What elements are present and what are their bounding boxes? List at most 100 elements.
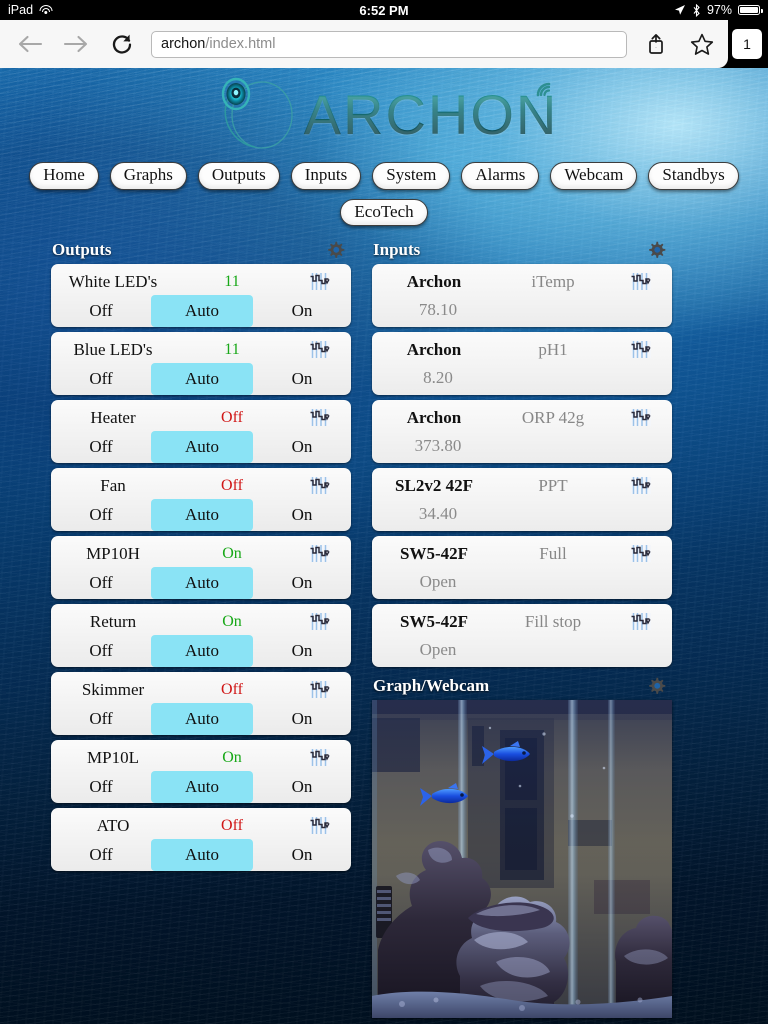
output-on-button[interactable]: On xyxy=(253,839,351,871)
input-sensor-type: iTemp xyxy=(531,271,575,291)
graph-icon[interactable] xyxy=(310,749,330,767)
output-card: MP10H On Off Auto On xyxy=(51,536,351,600)
nav-item-standbys[interactable]: Standbys xyxy=(648,162,739,190)
webcam-feed-image[interactable] xyxy=(372,700,672,1019)
graph-icon[interactable] xyxy=(310,681,330,699)
graph-icon[interactable] xyxy=(310,613,330,631)
output-state: Off xyxy=(221,476,243,494)
graph-icon[interactable] xyxy=(631,545,651,563)
graph-icon[interactable] xyxy=(631,341,651,359)
output-on-button[interactable]: On xyxy=(253,567,351,599)
nav-item-webcam[interactable]: Webcam xyxy=(550,162,638,190)
share-button[interactable] xyxy=(636,24,676,64)
input-graph-button[interactable] xyxy=(618,545,664,563)
output-graph-button[interactable] xyxy=(297,545,343,563)
output-card-header: Fan Off xyxy=(51,472,351,499)
input-value: 34.40 xyxy=(418,504,458,524)
reload-button[interactable] xyxy=(102,24,142,64)
output-graph-button[interactable] xyxy=(297,409,343,427)
input-device-name: Archon xyxy=(406,339,462,359)
graph-icon[interactable] xyxy=(310,817,330,835)
logo-wordmark: ARCHON xyxy=(304,82,559,143)
output-auto-button[interactable]: Auto xyxy=(151,703,253,736)
input-graph-button[interactable] xyxy=(618,613,664,631)
wireless-signal-icon xyxy=(537,82,551,97)
gear-icon[interactable] xyxy=(647,241,666,260)
site-logo: ARCHON xyxy=(0,68,768,154)
input-value: 373.80 xyxy=(414,436,462,456)
output-auto-button[interactable]: Auto xyxy=(151,635,253,668)
output-name: Return xyxy=(89,611,137,631)
output-auto-button[interactable]: Auto xyxy=(151,839,253,872)
output-off-button[interactable]: Off xyxy=(51,431,151,463)
graph-webcam-section: Graph/Webcam xyxy=(372,676,672,1019)
output-off-button[interactable]: Off xyxy=(51,363,151,395)
output-off-button[interactable]: Off xyxy=(51,635,151,667)
output-off-button[interactable]: Off xyxy=(51,771,151,803)
outputs-column: Outputs White LED's 11 Off Auto On Blue LED's… xyxy=(51,240,351,1018)
address-bar[interactable]: archon/index.html xyxy=(151,30,627,58)
output-on-button[interactable]: On xyxy=(253,499,351,531)
ios-status-bar: iPad 6:52 PM 97% xyxy=(0,0,768,20)
output-graph-button[interactable] xyxy=(297,681,343,699)
output-on-button[interactable]: On xyxy=(253,295,351,327)
output-graph-button[interactable] xyxy=(297,477,343,495)
nav-item-outputs[interactable]: Outputs xyxy=(197,162,280,190)
output-card-header: Blue LED's 11 xyxy=(51,336,351,363)
input-device-name: Archon xyxy=(406,271,462,291)
output-graph-button[interactable] xyxy=(297,273,343,291)
output-on-button[interactable]: On xyxy=(253,635,351,667)
bookmark-button[interactable] xyxy=(682,24,722,64)
input-graph-button[interactable] xyxy=(618,477,664,495)
input-card: SL2v2 42F PPT 34.40 xyxy=(372,468,672,532)
output-off-button[interactable]: Off xyxy=(51,567,151,599)
nav-item-home[interactable]: Home xyxy=(29,162,99,190)
output-auto-button[interactable]: Auto xyxy=(151,295,253,328)
output-off-button[interactable]: Off xyxy=(51,703,151,735)
graph-icon[interactable] xyxy=(310,273,330,291)
output-auto-button[interactable]: Auto xyxy=(151,567,253,600)
input-graph-button[interactable] xyxy=(618,409,664,427)
graph-icon[interactable] xyxy=(310,545,330,563)
graph-icon[interactable] xyxy=(631,477,651,495)
nav-item-alarms[interactable]: Alarms xyxy=(461,162,540,190)
output-card-header: MP10H On xyxy=(51,540,351,567)
tab-count-button[interactable]: 1 xyxy=(732,29,762,59)
graph-icon[interactable] xyxy=(631,273,651,291)
output-graph-button[interactable] xyxy=(297,341,343,359)
graph-icon[interactable] xyxy=(310,409,330,427)
output-auto-button[interactable]: Auto xyxy=(151,499,253,532)
output-off-button[interactable]: Off xyxy=(51,839,151,871)
output-auto-button[interactable]: Auto xyxy=(151,771,253,804)
output-off-button[interactable]: Off xyxy=(51,499,151,531)
back-button[interactable] xyxy=(10,24,50,64)
output-on-button[interactable]: On xyxy=(253,363,351,395)
graph-icon[interactable] xyxy=(631,409,651,427)
nav-item-inputs[interactable]: Inputs xyxy=(290,162,362,190)
graph-icon[interactable] xyxy=(310,341,330,359)
input-card: SW5-42F Fill stop Open xyxy=(372,604,672,668)
output-graph-button[interactable] xyxy=(297,749,343,767)
graph-icon[interactable] xyxy=(631,613,651,631)
output-on-button[interactable]: On xyxy=(253,703,351,735)
output-on-button[interactable]: On xyxy=(253,771,351,803)
input-device-name: SW5-42F xyxy=(400,543,468,563)
output-state: On xyxy=(222,748,242,766)
input-graph-button[interactable] xyxy=(618,341,664,359)
input-graph-button[interactable] xyxy=(618,273,664,291)
nav-item-graphs[interactable]: Graphs xyxy=(109,162,187,190)
output-auto-button[interactable]: Auto xyxy=(151,363,253,396)
nav-item-ecotech[interactable]: EcoTech xyxy=(340,198,428,227)
forward-button[interactable] xyxy=(56,24,96,64)
output-auto-button[interactable]: Auto xyxy=(151,431,253,464)
output-name: Skimmer xyxy=(81,679,145,699)
output-graph-button[interactable] xyxy=(297,613,343,631)
gear-icon[interactable] xyxy=(326,241,345,260)
gear-icon[interactable] xyxy=(647,677,666,696)
graph-icon[interactable] xyxy=(310,477,330,495)
output-graph-button[interactable] xyxy=(297,817,343,835)
output-off-button[interactable]: Off xyxy=(51,295,151,327)
nav-item-system[interactable]: System xyxy=(372,162,451,190)
output-on-button[interactable]: On xyxy=(253,431,351,463)
back-arrow-icon xyxy=(18,35,43,53)
